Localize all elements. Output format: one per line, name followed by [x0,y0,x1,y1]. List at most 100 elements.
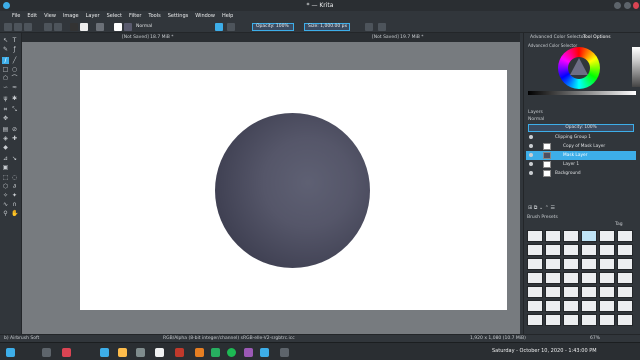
brush-preset[interactable] [617,314,633,326]
opacity-slider[interactable]: Opacity: 100% [252,23,294,31]
task-icon[interactable] [62,348,71,357]
menu-filter[interactable]: Filter [129,13,141,19]
polygon-select-icon[interactable]: ⬡ [2,183,9,190]
similar-select-icon[interactable]: ✦ [11,192,18,199]
task-icon[interactable] [118,348,127,357]
brush-preset[interactable] [581,314,597,326]
brush-preset[interactable] [599,272,615,284]
brush-tag-select[interactable]: Tag [615,222,623,227]
select-shapes-icon[interactable]: ↖ [2,37,9,44]
transform-tool-icon[interactable]: ⤡ [11,106,18,113]
spotify-icon[interactable] [227,348,236,357]
brush-preset[interactable] [545,230,561,242]
layer-blend-mode[interactable]: Normal [528,117,544,122]
foreground-color-icon[interactable] [124,23,132,31]
brush-preset[interactable] [545,314,561,326]
eraser-mode-icon[interactable] [215,23,223,31]
brush-preset[interactable] [563,272,579,284]
multibrush-icon[interactable]: ✱ [11,95,18,102]
magnetic-select-icon[interactable]: ∩ [11,201,18,208]
maximize-icon[interactable] [624,2,631,9]
brush-preset[interactable] [617,300,633,312]
layer-copy-of-mask[interactable]: Copy of Mask Layer [526,142,636,151]
brush-preset[interactable] [545,300,561,312]
rect-select-icon[interactable]: ⬚ [2,174,9,181]
reference-images-icon[interactable]: ▣ [2,164,9,171]
task-icon[interactable] [42,348,51,357]
calligraphy-icon[interactable]: ƒ [11,46,18,53]
krita-task-icon[interactable] [260,348,269,357]
brush-preset[interactable] [527,286,543,298]
gradient-tool-icon[interactable]: ▤ [2,126,9,133]
visibility-icon[interactable] [529,153,533,157]
brush-preset[interactable] [599,230,615,242]
brush-preset[interactable] [545,286,561,298]
ellipse-tool-icon[interactable]: ○ [11,66,18,73]
task-icon[interactable] [175,348,184,357]
brush-preset[interactable] [527,244,543,256]
brush-preset[interactable] [599,286,615,298]
pan-tool-icon[interactable]: ✋ [11,210,18,217]
crop-tool-icon[interactable]: ⌗ [2,106,9,113]
task-icon[interactable] [280,348,289,357]
menu-settings[interactable]: Settings [168,13,189,19]
freehand-path-icon[interactable]: ≈ [11,84,18,91]
brush-preset[interactable] [527,272,543,284]
menu-select[interactable]: Select [107,13,122,19]
bezier-select-icon[interactable]: ∿ [2,201,9,208]
polygon-tool-icon[interactable]: ⬠ [2,75,9,82]
tab-document-1[interactable]: [Not Saved] 18.7 MiB * [122,34,174,42]
polyline-tool-icon[interactable]: ⌒ [11,75,18,82]
visibility-icon[interactable] [529,171,533,175]
measure-tool-icon[interactable]: ↘ [11,155,18,162]
mirror-horizontal-icon[interactable] [365,23,373,31]
task-icon[interactable] [136,348,145,357]
gradient-swatch-icon[interactable] [70,23,78,31]
visibility-icon[interactable] [529,144,533,148]
task-icon[interactable] [195,348,204,357]
rectangle-tool-icon[interactable]: □ [2,66,9,73]
save-icon[interactable] [24,23,32,31]
app-menu-icon[interactable] [3,2,10,9]
size-slider[interactable]: Size: 1,000.00 px [304,23,350,31]
brush-preset[interactable] [599,244,615,256]
move-tool-icon[interactable]: ✥ [2,115,9,122]
reload-preset-icon[interactable] [227,23,235,31]
color-history-strip[interactable] [632,47,640,87]
undo-icon[interactable] [44,23,52,31]
brush-preset[interactable] [599,258,615,270]
brush-preset[interactable] [545,244,561,256]
brush-preset[interactable] [527,314,543,326]
zoom-tool-icon[interactable]: ⚲ [2,210,9,217]
layer-clipping-group[interactable]: Clipping Group 1 [526,133,636,142]
layer-mask-layer[interactable]: Mask Layer [526,151,636,160]
brush-preset[interactable] [527,230,543,242]
brush-preset[interactable] [599,314,615,326]
color-triangle[interactable] [570,58,588,75]
task-icon[interactable] [100,348,109,357]
brush-preset[interactable] [599,300,615,312]
brush-preset[interactable] [563,314,579,326]
tab-advanced-color[interactable]: Advanced Color Selector [530,35,585,40]
bezier-tool-icon[interactable]: ∽ [2,84,9,91]
brush-preset[interactable] [617,286,633,298]
menu-view[interactable]: View [44,13,56,19]
brush-preset[interactable] [581,258,597,270]
layer-opacity-slider[interactable]: Opacity: 100% [528,124,634,132]
new-document-icon[interactable] [4,23,12,31]
brush-preset[interactable] [581,244,597,256]
dynamic-brush-icon[interactable]: ψ [2,95,9,102]
brush-preset[interactable] [581,272,597,284]
brush-preset[interactable] [563,258,579,270]
menu-help[interactable]: Help [222,13,233,19]
app-launcher-icon[interactable] [6,348,15,357]
colorize-mask-icon[interactable]: ◈ [2,135,9,142]
brush-preset[interactable] [617,244,633,256]
tab-tool-options[interactable]: Tool Options [583,35,611,40]
brush-preset[interactable] [563,230,579,242]
blend-mode-select[interactable]: Normal [136,24,152,29]
brush-tool-icon[interactable]: / [2,57,9,64]
brush-preset[interactable] [563,286,579,298]
brush-preset-icon[interactable] [96,23,104,31]
brush-preset-selected[interactable] [581,230,597,242]
